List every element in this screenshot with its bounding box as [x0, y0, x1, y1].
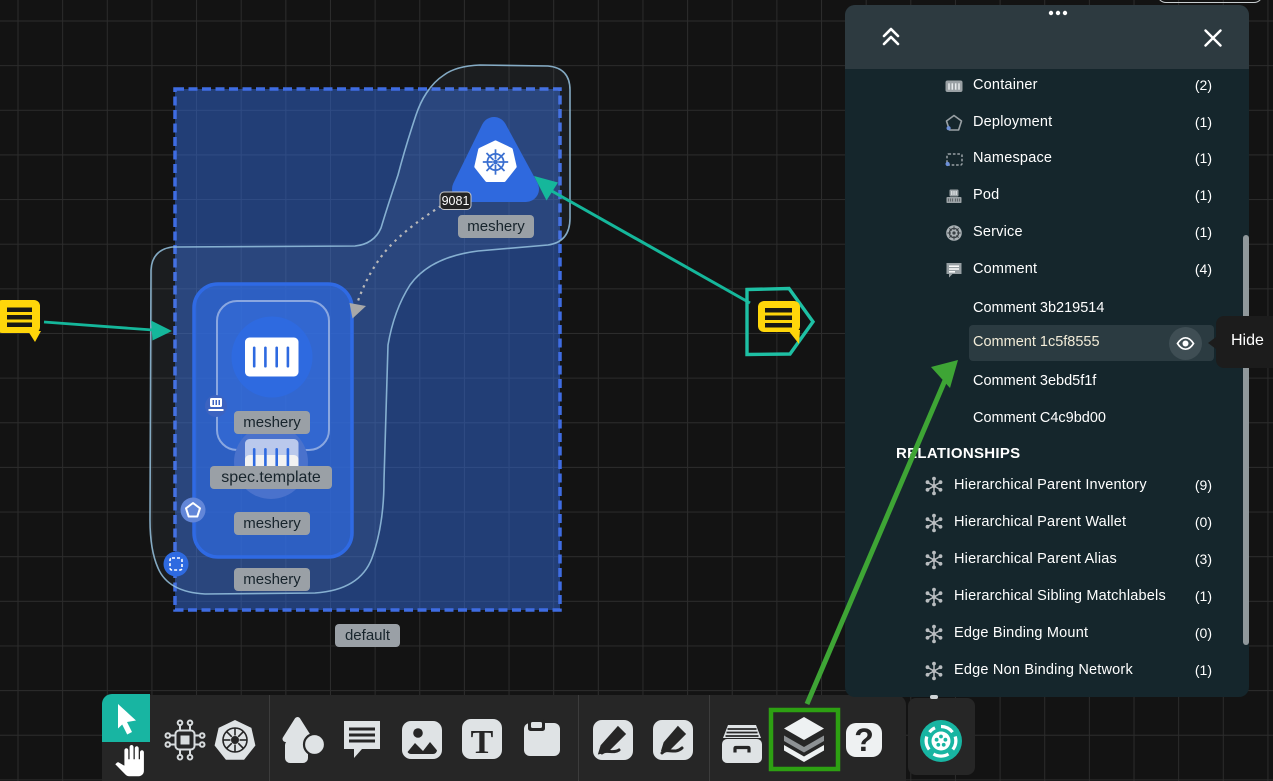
svg-text:?: ?: [854, 722, 874, 758]
svg-text:T: T: [471, 724, 494, 761]
svg-text:9081: 9081: [442, 194, 470, 208]
